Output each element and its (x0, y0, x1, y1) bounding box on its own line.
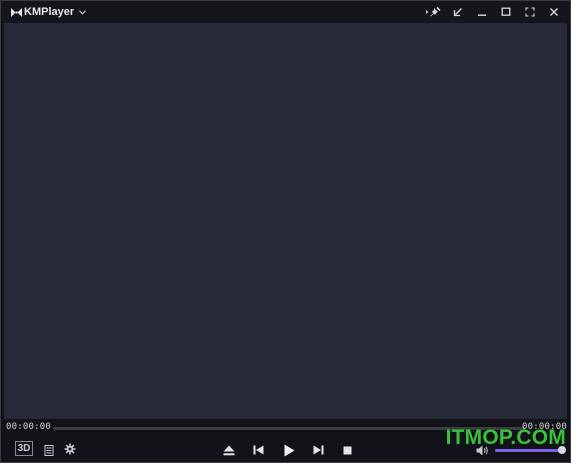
play-button[interactable] (280, 441, 298, 459)
kmplayer-logo-icon (11, 7, 22, 17)
maximize-button[interactable] (494, 3, 518, 21)
fullscreen-button[interactable] (518, 3, 542, 21)
volume-slider[interactable] (495, 446, 566, 454)
minimize-button[interactable] (470, 3, 494, 21)
skip-next-icon (313, 445, 324, 455)
chevron-down-icon (79, 9, 87, 15)
stop-icon (343, 446, 352, 455)
play-icon (284, 444, 295, 457)
skip-previous-icon (253, 445, 264, 455)
playlist-button[interactable] (42, 443, 56, 457)
open-file-button[interactable] (221, 442, 237, 458)
current-time: 00:00:00 (6, 422, 51, 432)
close-icon (549, 7, 559, 17)
app-menu-button[interactable]: KMPlayer (11, 5, 87, 19)
3d-button[interactable]: 3D (15, 441, 33, 456)
watermark: ITMOP.COM (445, 426, 566, 449)
window-controls (422, 3, 566, 21)
gear-icon (64, 443, 76, 455)
volume-level-fill (495, 449, 562, 452)
pin-icon (426, 6, 442, 18)
fullscreen-icon (525, 7, 535, 17)
pin-button[interactable] (422, 3, 446, 21)
playlist-icon (44, 444, 54, 456)
settings-button[interactable] (63, 442, 77, 456)
close-button[interactable] (542, 3, 566, 21)
shrink-arrow-icon (453, 7, 463, 17)
eject-icon (223, 445, 235, 456)
stop-button[interactable] (339, 442, 355, 458)
minimal-mode-button[interactable] (446, 3, 470, 21)
minimize-icon (477, 7, 487, 17)
previous-button[interactable] (250, 442, 266, 458)
title-bar[interactable]: KMPlayer (1, 1, 570, 23)
kmplayer-window: KMPlayer 00:00:00 00:00:00 3D ITMOP.COM (0, 0, 571, 463)
app-title: KMPlayer (24, 6, 75, 18)
video-area[interactable] (4, 23, 567, 419)
next-button[interactable] (310, 442, 326, 458)
maximize-icon (501, 7, 511, 17)
